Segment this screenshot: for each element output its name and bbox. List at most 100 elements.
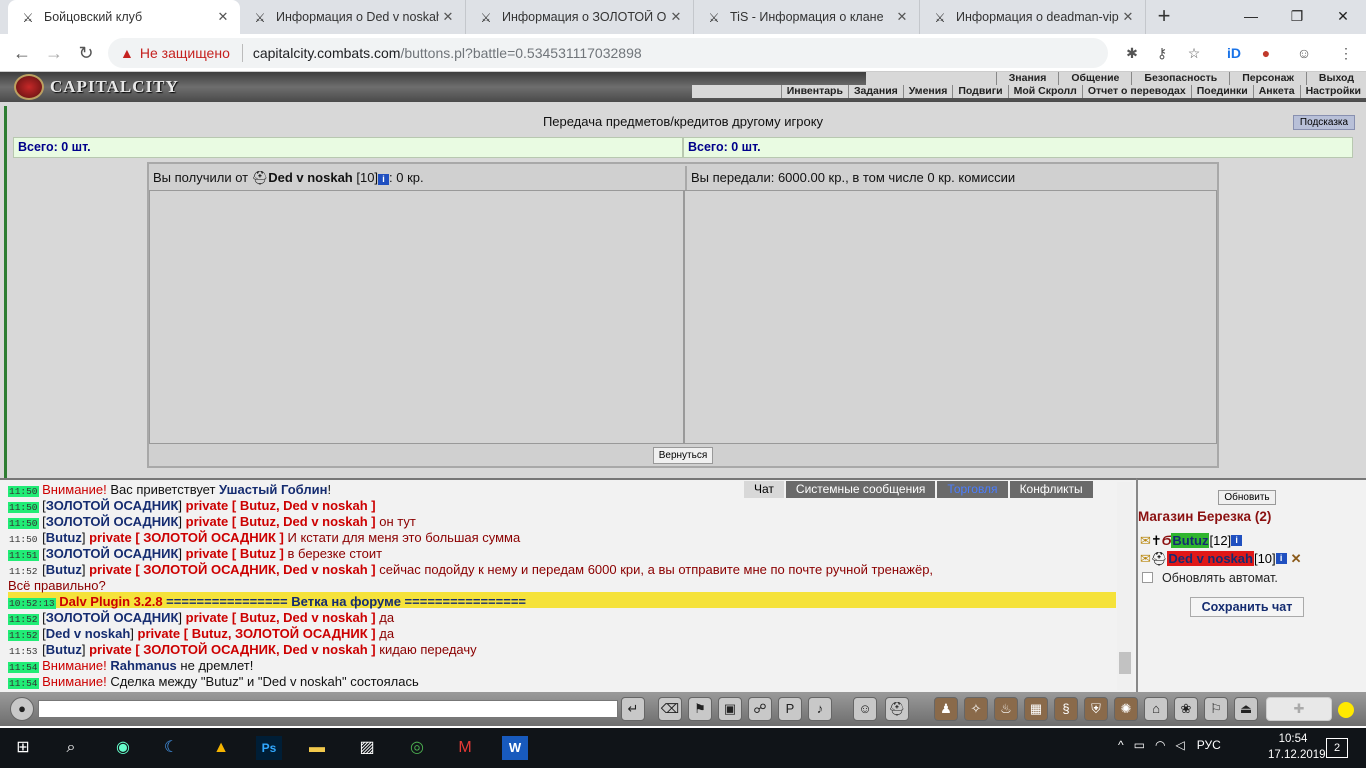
close-icon[interactable]: ✕	[1119, 9, 1137, 25]
photoshop-icon[interactable]: Ps	[256, 736, 282, 760]
tab-trade[interactable]: Торговля	[937, 481, 1008, 498]
save-chat-button[interactable]: Сохранить чат	[1190, 597, 1304, 617]
back-arrow-icon[interactable]: ←	[10, 41, 34, 65]
player-name[interactable]: ЗОЛОТОЙ ОСАДНИК	[46, 546, 179, 561]
auto-refresh-checkbox[interactable]	[1142, 572, 1153, 583]
player-name[interactable]: Ушастый Гоблин	[219, 482, 327, 497]
helmet-icon[interactable]: ⛑	[885, 697, 909, 721]
message-time[interactable]: 11:54	[8, 662, 39, 673]
walk-icon[interactable]: ☍	[748, 697, 772, 721]
smiley-icon[interactable]: ☺	[853, 697, 877, 721]
chest-icon[interactable]: ▦	[1024, 697, 1048, 721]
tab-info-zolotoy[interactable]: ⚔ Информация о ЗОЛОТОЙ ОС ✕	[466, 0, 694, 34]
player-name[interactable]: Butuz	[46, 642, 82, 657]
puzzle-icon[interactable]: ✚	[1266, 697, 1332, 721]
player-name[interactable]: ЗОЛОТОЙ ОСАДНИК	[46, 514, 179, 529]
message-time[interactable]: 11:52	[8, 566, 39, 577]
battery-icon[interactable]: ▭	[1134, 738, 1145, 752]
url-text[interactable]: capitalcity.combats.com/buttons.pl?battl…	[253, 45, 642, 61]
message-time[interactable]: 11:52	[8, 614, 39, 625]
new-tab-button[interactable]: +	[1152, 5, 1176, 29]
key-icon[interactable]: ⚷	[1152, 43, 1172, 63]
chevron-up-icon[interactable]: ^	[1118, 738, 1124, 752]
message-time[interactable]: 10:52:13	[8, 598, 56, 609]
game-logo[interactable]: CAPITALCITY	[14, 74, 179, 100]
message-time[interactable]: 11:50	[8, 486, 39, 497]
tab-conflicts[interactable]: Конфликты	[1009, 481, 1093, 498]
mcafee-icon[interactable]: M	[452, 736, 478, 760]
shield-icon[interactable]: ⛨	[1084, 697, 1108, 721]
menu-knowledge[interactable]: Знания	[995, 72, 1059, 85]
tab-info-ded[interactable]: ⚔ Информация о Ded v noskah ✕	[240, 0, 466, 34]
reload-icon[interactable]: ↻	[74, 41, 98, 65]
wand-icon[interactable]: ✧	[964, 697, 988, 721]
tab-tis-clan[interactable]: ⚔ TiS - Информация о клане ✕	[694, 0, 920, 34]
tab-info-deadman[interactable]: ⚔ Информация о deadman-vip ✕	[920, 0, 1146, 34]
scroll-thumb[interactable]	[1119, 652, 1131, 674]
chrome-icon[interactable]: ◎	[404, 736, 430, 760]
close-icon[interactable]: ✕	[893, 9, 911, 25]
tab-fight-club[interactable]: ⚔ Бойцовский клуб ✕	[8, 0, 240, 34]
private-message-icon[interactable]: ✉	[1140, 551, 1151, 567]
triangle-app-icon[interactable]: ▲	[208, 736, 234, 760]
message-time[interactable]: 11:51	[8, 550, 39, 561]
message-time[interactable]: 11:52	[8, 630, 39, 641]
received-player-name[interactable]: Ded v noskah	[268, 170, 353, 185]
player-name[interactable]: ================ Ветка на форуме =======…	[163, 594, 526, 609]
security-label[interactable]: Не защищено	[140, 45, 230, 61]
language-indicator[interactable]: РУС	[1197, 738, 1221, 752]
user-name[interactable]: Butuz	[1171, 533, 1210, 548]
close-window-button[interactable]: ✕	[1328, 4, 1358, 28]
save-icon[interactable]: ▣	[718, 697, 742, 721]
folder-icon[interactable]: ▬	[304, 736, 330, 760]
clock[interactable]: 10:54 17.12.2019	[1268, 731, 1326, 763]
menu-dots-icon[interactable]: ⋮	[1336, 43, 1356, 63]
hood-icon[interactable]: ♟	[934, 697, 958, 721]
translit-icon[interactable]: Р	[778, 697, 802, 721]
search-icon[interactable]: ⌕	[58, 736, 84, 760]
chat-mode-icon[interactable]: ●	[10, 697, 34, 721]
paw-icon[interactable]: ❀	[1174, 697, 1198, 721]
exit-icon[interactable]: ⏏	[1234, 697, 1258, 721]
windows-start-icon[interactable]: ⊞	[10, 736, 36, 760]
extension-icon[interactable]: ✱	[1122, 43, 1142, 63]
hint-button[interactable]: Подсказка	[1293, 115, 1355, 130]
stripe-app-icon[interactable]: ▨	[354, 736, 380, 760]
close-icon[interactable]: ✕	[214, 9, 232, 25]
wifi-icon[interactable]: ◠	[1155, 738, 1165, 752]
submenu-scroll[interactable]: Мой Скролл	[1007, 85, 1082, 98]
info-icon[interactable]: i	[1275, 553, 1287, 564]
scroll-icon[interactable]: §	[1054, 697, 1078, 721]
sound-icon[interactable]: ♪	[808, 697, 832, 721]
notification-icon[interactable]: 2	[1326, 738, 1348, 758]
profile-avatar[interactable]: ☺	[1294, 43, 1314, 63]
flag-icon[interactable]: ⚐	[1204, 697, 1228, 721]
private-message-icon[interactable]: ✉	[1140, 533, 1151, 549]
eraser-icon[interactable]: ⌫	[658, 697, 682, 721]
player-name[interactable]: ЗОЛОТОЙ ОСАДНИК	[46, 610, 179, 625]
volume-icon[interactable]: ◁	[1175, 738, 1184, 752]
player-name[interactable]: Rahmanus	[110, 658, 176, 673]
submenu-feats[interactable]: Подвиги	[952, 85, 1007, 98]
close-icon[interactable]: ✕	[667, 9, 685, 25]
restore-button[interactable]: ❐	[1282, 4, 1312, 28]
submenu-settings[interactable]: Настройки	[1299, 85, 1366, 98]
star-icon[interactable]: ☆	[1184, 43, 1204, 63]
send-icon[interactable]: ↵	[621, 697, 645, 721]
clan-emblem-icon[interactable]: ✺	[1114, 697, 1138, 721]
chat-scrollbar[interactable]	[1117, 482, 1133, 690]
chat-input[interactable]	[38, 700, 618, 718]
menu-communication[interactable]: Общение	[1058, 72, 1131, 85]
color-app-icon[interactable]: ◉	[110, 736, 136, 760]
submenu-skills[interactable]: Умения	[902, 85, 953, 98]
tab-chat[interactable]: Чат	[744, 481, 784, 498]
menu-exit[interactable]: Выход	[1305, 72, 1366, 85]
back-button[interactable]: Вернуться	[653, 447, 713, 464]
house-icon[interactable]: ⌂	[1144, 697, 1168, 721]
crossed-swords-icon[interactable]: ✕	[1291, 551, 1302, 567]
message-time[interactable]: 11:54	[8, 678, 39, 689]
bottle-icon[interactable]: ♨	[994, 697, 1018, 721]
message-time[interactable]: 11:50	[8, 518, 39, 529]
player-name[interactable]: Butuz	[46, 562, 82, 577]
player-name[interactable]: ЗОЛОТОЙ ОСАДНИК	[46, 498, 179, 513]
